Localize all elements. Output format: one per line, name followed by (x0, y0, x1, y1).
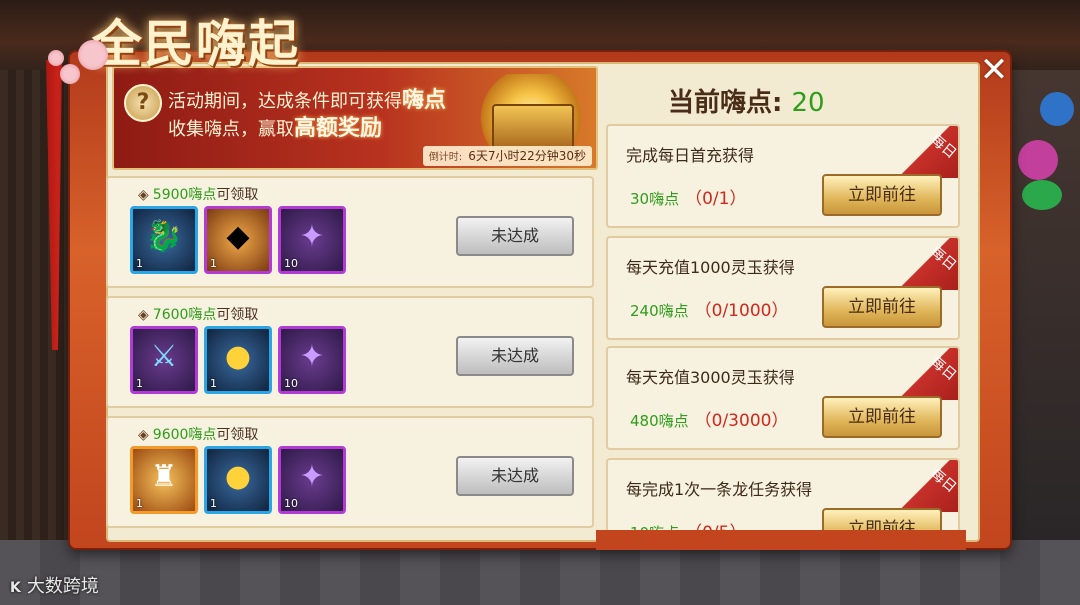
reward-tier-title: ◈ 5900嗨点可领取 (138, 187, 259, 203)
task-card: 每日 完成每日首充获得 30嗨点 （0/1） 立即前往 (606, 124, 960, 228)
golden-dragon-chest-icon[interactable]: 🐉 1 (130, 206, 198, 274)
reward-tier-card: ◈ 9600嗨点可领取 ♜ 1 ● 1 ✦ 10 未达成 (106, 416, 594, 528)
event-banner: ? 活动期间，达成条件即可获得嗨点 收集嗨点，赢取高额奖励 倒计时: 6天7小时2… (112, 66, 598, 170)
balloon-decoration (1040, 92, 1074, 126)
go-now-button[interactable]: 立即前往 (822, 396, 942, 438)
task-card: 每日 每完成1次一条龙任务获得 10嗨点（0/5） 立即前往 (606, 458, 960, 538)
reward-tier-card: ◈ 5900嗨点可领取 🐉 1 ◆ 1 ✦ 10 未达成 (106, 176, 594, 288)
close-icon[interactable]: ✕ (975, 52, 1013, 90)
reward-tier-title: ◈ 9600嗨点可领取 (138, 427, 259, 443)
event-title: 全民嗨起 (92, 14, 300, 73)
purple-crystal-icon[interactable]: ✦ 10 (278, 326, 346, 394)
white-armor-icon[interactable]: ♜ 1 (130, 446, 198, 514)
task-card: 每日 每天充值3000灵玉获得 480嗨点 （0/3000） 立即前往 (606, 346, 960, 450)
amber-gem-icon[interactable]: ◆ 1 (204, 206, 272, 274)
purple-crystal-icon[interactable]: ✦ 10 (278, 206, 346, 274)
balloon-decoration (1022, 180, 1062, 210)
task-title: 每天充值1000灵玉获得 (626, 258, 795, 277)
go-now-button[interactable]: 立即前往 (822, 174, 942, 216)
reward-tier-card: ◈ 7600嗨点可领取 ⚔ 1 ● 1 ✦ 10 未达成 (106, 296, 594, 408)
daily-tag: 每日 (894, 348, 958, 400)
reward-claim-button-disabled[interactable]: 未达成 (456, 216, 574, 256)
task-title: 每完成1次一条龙任务获得 (626, 480, 813, 499)
watermark-logo-icon: K (10, 580, 21, 596)
panel-bottom-border (596, 530, 966, 550)
task-progress: 480嗨点 （0/3000） (630, 411, 789, 431)
diamond-bullet-icon: ◈ (138, 427, 149, 443)
help-icon[interactable]: ? (124, 84, 162, 122)
reward-claim-button-disabled[interactable]: 未达成 (456, 336, 574, 376)
current-points-display: 当前嗨点: 20 (668, 88, 825, 118)
reward-tier-title: ◈ 7600嗨点可领取 (138, 307, 259, 323)
diamond-bullet-icon: ◈ (138, 307, 149, 323)
daily-tag: 每日 (894, 460, 958, 512)
treasure-chest-icon (492, 104, 574, 152)
flower-decoration (78, 40, 108, 70)
purple-crystal-icon[interactable]: ✦ 10 (278, 446, 346, 514)
task-progress: 240嗨点 （0/1000） (630, 301, 789, 321)
task-title: 完成每日首充获得 (626, 146, 755, 165)
countdown-timer: 倒计时: 6天7小时22分钟30秒 (422, 146, 592, 166)
gold-ingot-icon[interactable]: ● 1 (204, 326, 272, 394)
daily-tag: 每日 (894, 238, 958, 290)
daily-tag: 每日 (894, 126, 958, 178)
task-card: 每日 每天充值1000灵玉获得 240嗨点 （0/1000） 立即前往 (606, 236, 960, 340)
reward-claim-button-disabled[interactable]: 未达成 (456, 456, 574, 496)
diamond-bullet-icon: ◈ (138, 187, 149, 203)
task-progress: 30嗨点 （0/1） (630, 189, 747, 209)
task-title: 每天充值3000灵玉获得 (626, 368, 795, 387)
balloon-decoration (1018, 140, 1058, 180)
gold-ingot-icon[interactable]: ● 1 (204, 446, 272, 514)
flower-decoration (60, 64, 80, 84)
go-now-button[interactable]: 立即前往 (822, 286, 942, 328)
flower-decoration (48, 50, 64, 66)
jade-sword-icon[interactable]: ⚔ 1 (130, 326, 198, 394)
banner-description-line2: 收集嗨点，赢取高额奖励 (168, 116, 383, 141)
watermark: K 大数跨境 (10, 576, 99, 597)
